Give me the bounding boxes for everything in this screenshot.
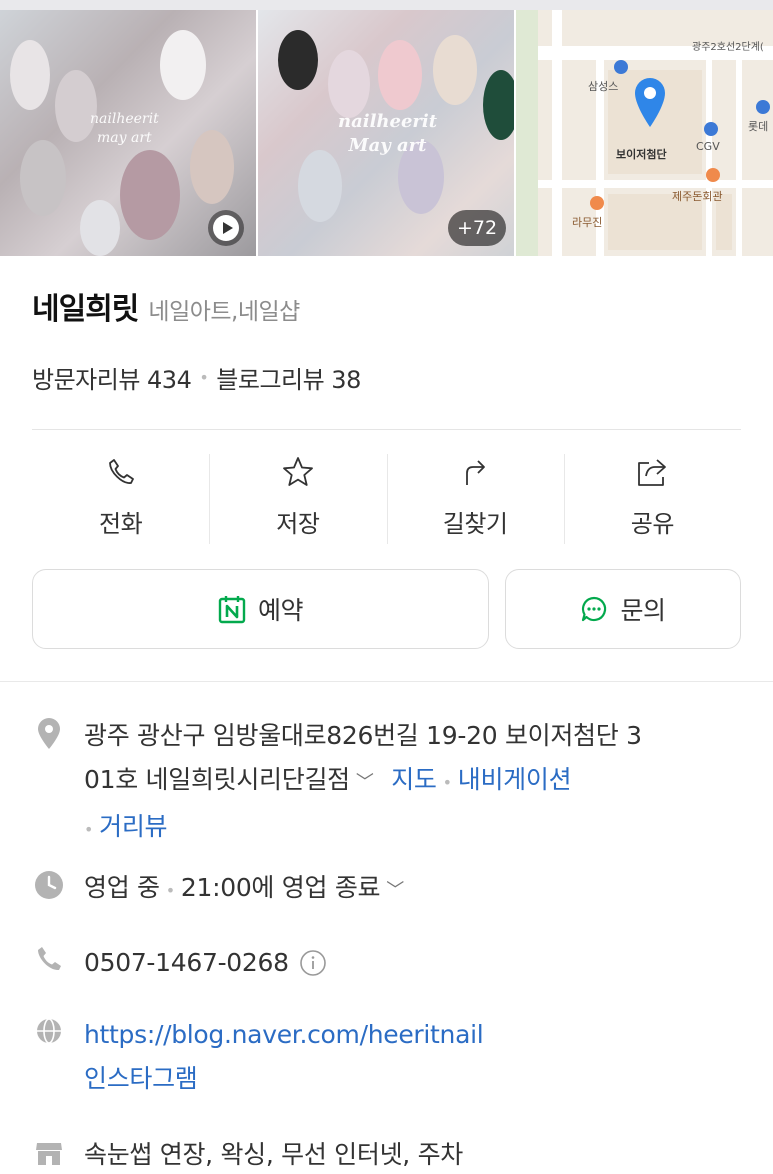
location-pin-icon [32, 714, 66, 852]
phone-row: 0507-1467-0268 [32, 941, 327, 985]
street-view-link[interactable]: 거리뷰 [99, 812, 167, 841]
directions-label: 길찾기 [442, 510, 508, 538]
photo-gallery[interactable]: nailheerit may art nailheerit May art 광주… [0, 10, 773, 256]
clock-icon [32, 866, 66, 913]
chat-bubble-icon [582, 596, 607, 622]
watermark-line-1: nailheerit [90, 111, 159, 127]
address-line-2: 01호 네일희릿시리단길점 [84, 765, 350, 794]
phone-text: 0507-1467-0268 [84, 941, 327, 985]
map-pin-icon [635, 78, 665, 127]
store-icon [32, 1133, 66, 1174]
location-map-thumbnail[interactable]: 광주2호선2단계( 삼성스 CGV 롯데 보이저첨단 제주돈회관 라무진 [516, 10, 773, 256]
hours-text: 영업 중 • 21:00에 영업 종료 ﹀ [84, 866, 404, 913]
video-play-button[interactable] [208, 210, 244, 246]
map-label-cgv: CGV [696, 140, 720, 153]
watermark-line-1: nailheerit [338, 111, 438, 132]
gallery-photo-1[interactable]: nailheerit may art [0, 10, 256, 256]
action-bar: 전화 저장 길찾기 공유 [32, 440, 741, 550]
separator-dot: • [442, 773, 452, 792]
amenities-text: 속눈썹 연장, 왁싱, 무선 인터넷, 주차 [84, 1140, 463, 1169]
star-icon [278, 452, 318, 492]
instagram-link[interactable]: 인스타그램 [84, 1064, 198, 1093]
separator-dot: • [199, 368, 209, 387]
map-road [706, 60, 712, 256]
map-label-road: 광주2호선2단계( [692, 42, 764, 53]
address-line-1: 광주 광산구 임방울대로826번길 19-20 보이저첨단 3 [84, 721, 642, 750]
place-header: 네일희릿 네일아트,네일샵 [32, 284, 300, 328]
reserve-button[interactable]: 예약 [32, 569, 489, 649]
phone-number[interactable]: 0507-1467-0268 [84, 941, 289, 985]
photo-watermark: nailheerit may art [90, 110, 159, 148]
address-row: 광주 광산구 임방울대로826번길 19-20 보이저첨단 3 01호 네일희릿… [32, 714, 744, 852]
navigation-link[interactable]: 내비게이션 [458, 765, 572, 794]
share-button[interactable]: 공유 [563, 440, 741, 550]
hours-detail: 21:00에 영업 종료 [180, 873, 381, 902]
info-icon[interactable] [299, 949, 327, 977]
website-links: https://blog.naver.com/heeritnail 인스타그램 [84, 1013, 484, 1101]
map-link[interactable]: 지도 [391, 765, 437, 794]
separator-dot: • [165, 881, 175, 900]
visitor-review-link[interactable]: 방문자리뷰 434 [32, 360, 192, 395]
blog-link[interactable]: https://blog.naver.com/heeritnail [84, 1020, 484, 1049]
hours-status: 영업 중 [84, 873, 160, 902]
play-icon [213, 215, 239, 241]
save-button[interactable]: 저장 [209, 440, 386, 550]
poi-icon [756, 100, 770, 114]
directions-icon [455, 452, 495, 492]
phone-icon [101, 452, 141, 492]
blog-review-link[interactable]: 블로그리뷰 38 [216, 360, 361, 395]
amenities-row: 속눈썹 연장, 왁싱, 무선 인터넷, 주차 [32, 1133, 463, 1174]
call-button[interactable]: 전화 [32, 440, 209, 550]
poi-icon [590, 196, 604, 210]
photo-watermark: nailheerit May art [338, 110, 437, 159]
map-label-lotte: 롯데 [748, 120, 769, 133]
map-label-boyjeo: 보이저첨단 [616, 148, 667, 161]
place-name: 네일희릿 [32, 292, 139, 327]
review-counts: 방문자리뷰 434 • 블로그리뷰 38 [32, 360, 361, 395]
globe-icon [32, 1013, 66, 1101]
inquiry-button[interactable]: 문의 [505, 569, 741, 649]
hours-row[interactable]: 영업 중 • 21:00에 영업 종료 ﹀ [32, 866, 404, 913]
naver-reservation-icon [218, 596, 246, 624]
watermark-line-2: May art [348, 135, 427, 157]
more-photos-badge[interactable]: +72 [448, 210, 506, 246]
divider [32, 429, 741, 430]
chevron-down-icon[interactable]: ﹀ [356, 761, 374, 805]
address-text: 광주 광산구 임방울대로826번길 19-20 보이저첨단 3 01호 네일희릿… [84, 714, 744, 852]
map-label-jeju: 제주돈회관 [672, 190, 723, 203]
map-label-samsung: 삼성스 [588, 80, 619, 93]
map-label-ramu: 라무진 [572, 216, 603, 229]
map-park-strip [516, 10, 538, 256]
top-status-strip [0, 0, 773, 10]
save-label: 저장 [276, 510, 320, 538]
poi-icon [614, 60, 628, 74]
place-category: 네일아트,네일샵 [148, 299, 300, 325]
reserve-label: 예약 [257, 596, 304, 625]
share-icon [632, 452, 672, 492]
phone-icon [32, 941, 66, 985]
poi-icon [706, 168, 720, 182]
map-road [736, 60, 742, 256]
chevron-down-icon[interactable]: ﹀ [386, 869, 404, 913]
watermark-line-2: may art [97, 129, 152, 146]
inquiry-label: 문의 [620, 596, 666, 625]
share-label: 공유 [630, 510, 675, 538]
section-divider [0, 681, 773, 682]
separator-dot: • [84, 820, 94, 839]
website-row: https://blog.naver.com/heeritnail 인스타그램 [32, 1013, 484, 1101]
directions-button[interactable]: 길찾기 [386, 440, 564, 550]
call-label: 전화 [99, 510, 143, 538]
poi-icon [704, 122, 718, 136]
map-road [552, 10, 562, 256]
